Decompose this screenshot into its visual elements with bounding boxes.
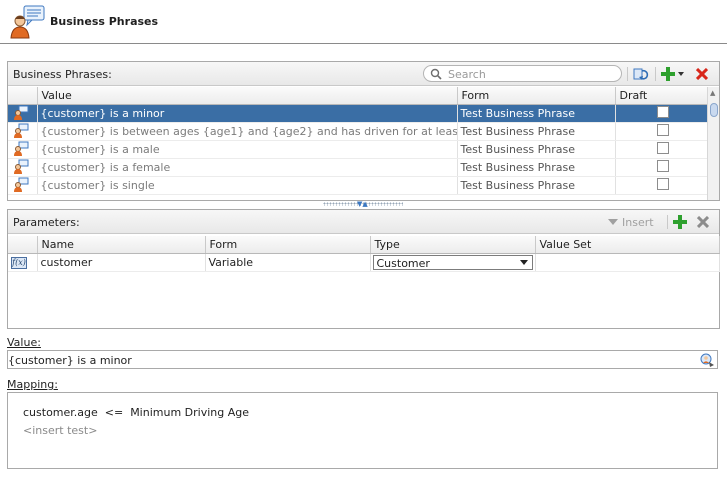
insert-arrow-icon xyxy=(608,219,618,225)
draft-checkbox[interactable] xyxy=(656,177,669,190)
column-header-type[interactable]: Type xyxy=(370,236,536,254)
phrases-scrollbar[interactable]: ▲ ▼ xyxy=(707,87,719,200)
chevron-down-icon xyxy=(677,72,684,76)
value-label-text: Value: xyxy=(7,336,41,349)
phrase-form: Test Business Phrase xyxy=(457,176,616,195)
delete-parameter-button[interactable] xyxy=(694,213,712,231)
column-header-icon xyxy=(8,236,38,254)
toolbar-separator xyxy=(667,215,668,229)
panel-splitter[interactable]: ▼▲ xyxy=(320,200,406,208)
add-phrase-button[interactable] xyxy=(659,65,685,83)
phrase-value: {customer} is single xyxy=(37,176,458,195)
toolbar-separator xyxy=(655,67,656,81)
phrase-value: {customer} is between ages {age1} and {a… xyxy=(37,122,458,141)
column-header-icon xyxy=(8,87,38,105)
phrase-value: {customer} is a male xyxy=(37,140,458,159)
table-row[interactable]: f(x) customer Variable Customer xyxy=(8,253,720,272)
type-dropdown[interactable]: Customer xyxy=(372,255,533,270)
draft-checkbox[interactable] xyxy=(656,105,669,118)
business-phrase-icon xyxy=(14,123,29,138)
value-field[interactable] xyxy=(7,350,718,369)
refresh-icon[interactable] xyxy=(632,65,650,83)
toolbar-separator xyxy=(627,67,628,81)
delete-phrase-button[interactable] xyxy=(693,65,711,83)
value-label: Value: xyxy=(7,336,41,349)
phrases-table: Value Form Draft {customer} is a minor T… xyxy=(8,87,708,195)
mapping-expression[interactable]: customer.age <= Minimum Driving Age xyxy=(23,406,249,419)
delete-icon xyxy=(696,68,708,80)
search-box[interactable] xyxy=(423,65,622,82)
parameters-panel-title: Parameters: xyxy=(13,216,80,229)
splitter-arrow-icon[interactable]: ▼▲ xyxy=(357,200,368,208)
delete-icon xyxy=(697,216,709,228)
phrase-value: {customer} is a female xyxy=(37,158,458,177)
business-phrases-panel: Business Phrases: Search Value Form Draf… xyxy=(7,61,720,201)
phrase-form: Test Business Phrase xyxy=(457,140,616,159)
phrase-form: Test Business Phrase xyxy=(457,104,616,123)
parameter-name: customer xyxy=(37,253,206,272)
chevron-down-icon[interactable] xyxy=(519,260,528,265)
function-icon: f(x) xyxy=(11,257,27,269)
business-phrase-icon xyxy=(14,159,29,174)
parameters-table: Name Form Type Value Set f(x) customer V… xyxy=(8,236,720,272)
draft-checkbox[interactable] xyxy=(656,141,669,154)
table-row[interactable]: {customer} is a male Test Business Phras… xyxy=(8,140,708,159)
search-input[interactable] xyxy=(448,67,616,81)
draft-checkbox[interactable] xyxy=(656,159,669,172)
phrase-value: {customer} is a minor xyxy=(37,104,458,123)
mapping-label: Mapping: xyxy=(7,378,58,391)
scroll-up-icon[interactable]: ▲ xyxy=(710,89,715,97)
column-header-form[interactable]: Form xyxy=(205,236,371,254)
business-phrase-icon xyxy=(14,141,29,156)
column-header-form[interactable]: Form xyxy=(457,87,616,105)
table-row[interactable]: {customer} is a female Test Business Phr… xyxy=(8,158,708,177)
parameters-toolbar: Parameters: Insert xyxy=(8,210,719,234)
page-title: Business Phrases xyxy=(50,15,159,28)
scrollbar-thumb[interactable] xyxy=(710,103,718,117)
column-header-draft[interactable]: Draft xyxy=(615,87,708,105)
parameter-form: Variable xyxy=(205,253,371,272)
table-row[interactable]: {customer} is between ages {age1} and {a… xyxy=(8,122,708,141)
mapping-editor[interactable]: customer.age <= Minimum Driving Age <ins… xyxy=(7,392,718,469)
parameters-panel: Parameters: Insert Name Form Type Value … xyxy=(7,209,720,329)
column-header-value-set[interactable]: Value Set xyxy=(535,236,720,254)
value-input[interactable] xyxy=(8,353,688,367)
add-parameter-button[interactable] xyxy=(671,213,689,231)
business-phrases-icon xyxy=(10,5,46,39)
draft-checkbox[interactable] xyxy=(656,123,669,136)
plus-icon xyxy=(673,215,687,229)
business-phrase-icon xyxy=(14,177,29,192)
search-icon xyxy=(430,68,442,80)
page-header: Business Phrases xyxy=(0,0,727,44)
parameter-value-set[interactable] xyxy=(535,253,720,272)
plus-icon xyxy=(660,67,675,81)
phrases-toolbar: Business Phrases: xyxy=(8,62,719,86)
edit-phrase-icon[interactable] xyxy=(699,352,715,371)
table-row[interactable]: {customer} is single Test Business Phras… xyxy=(8,176,708,195)
column-header-name[interactable]: Name xyxy=(37,236,206,254)
insert-button[interactable]: Insert xyxy=(608,213,668,231)
phrases-panel-title: Business Phrases: xyxy=(13,68,112,81)
phrase-form: Test Business Phrase xyxy=(457,158,616,177)
type-dropdown-value: Customer xyxy=(376,257,430,270)
splitter-grip[interactable]: ▼▲ xyxy=(323,200,403,208)
phrase-form: Test Business Phrase xyxy=(457,122,616,141)
business-phrase-icon xyxy=(14,105,29,120)
table-row[interactable]: {customer} is a minor Test Business Phra… xyxy=(8,104,708,123)
insert-label: Insert xyxy=(622,215,654,229)
column-header-value[interactable]: Value xyxy=(37,87,458,105)
insert-test-placeholder[interactable]: <insert test> xyxy=(23,424,97,437)
mapping-label-text: Mapping: xyxy=(7,378,58,391)
